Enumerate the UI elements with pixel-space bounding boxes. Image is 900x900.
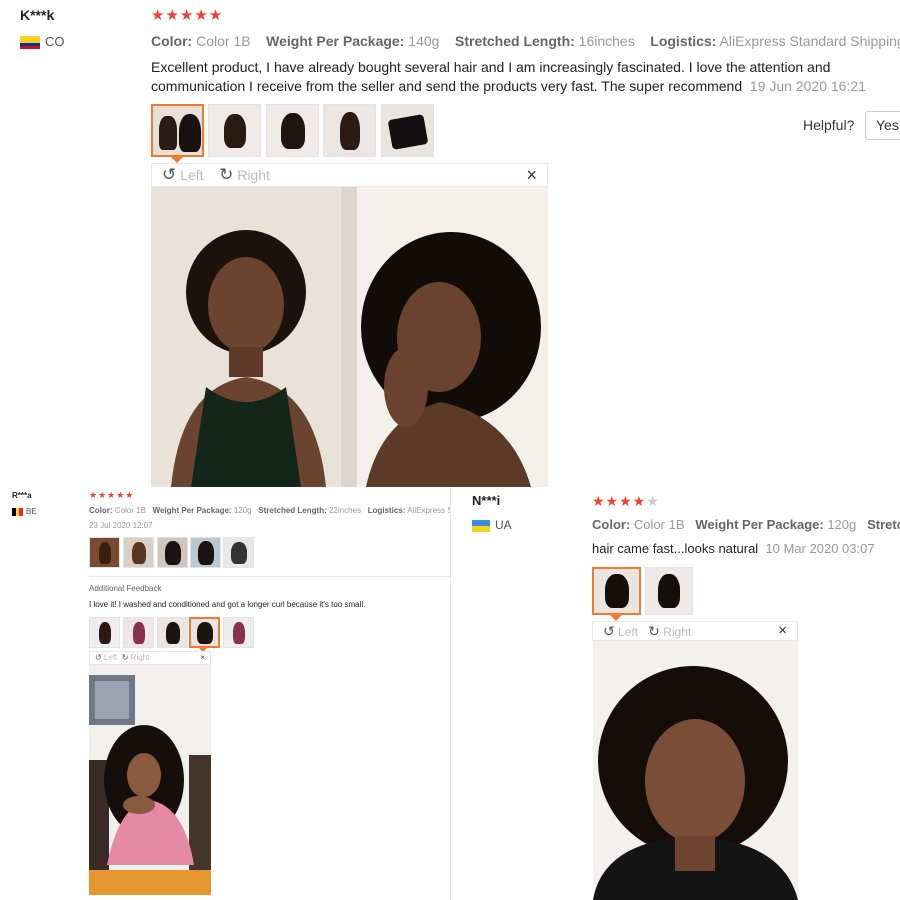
- flag-co-icon: [20, 36, 40, 50]
- rotate-right-icon[interactable]: ↻: [122, 653, 129, 662]
- rotate-right-label[interactable]: Right: [663, 625, 691, 639]
- review-thumbnail[interactable]: [592, 567, 641, 615]
- review-thumbnail[interactable]: [323, 104, 376, 157]
- attr-logistics-value: AliExpress Standard Shipping: [719, 33, 900, 49]
- rotate-left-icon[interactable]: ↺: [162, 165, 176, 184]
- review-thumbnail[interactable]: [123, 617, 154, 648]
- helpful-yes-button[interactable]: Yes: [865, 111, 900, 140]
- country-code: UA: [495, 518, 512, 532]
- review-text: Excellent product, I have already bought…: [151, 58, 900, 96]
- star-rating: ★★★★★: [592, 493, 660, 510]
- review-thumbnail[interactable]: [157, 617, 188, 648]
- review-photo-large: [593, 641, 798, 900]
- review-thumbnail[interactable]: [645, 567, 693, 615]
- reviewer-name: K***k: [20, 7, 55, 23]
- reviewer-country: UA: [472, 518, 512, 532]
- attr-weight-value: 120g: [233, 506, 252, 515]
- review-thumbnail[interactable]: [89, 617, 120, 648]
- rotate-right-label[interactable]: Right: [237, 167, 270, 183]
- attr-logistics-label: Logistics:: [650, 33, 717, 49]
- review-text-line-1: Excellent product, I have already bought…: [151, 59, 831, 75]
- star-rating: ★★★★★: [89, 490, 135, 500]
- stars-empty: ★: [646, 493, 660, 509]
- attr-logistics-label: Logistics:: [367, 506, 406, 515]
- review-text-line-1: hair came fast...looks natural: [592, 541, 759, 556]
- review-thumbnail[interactable]: [381, 104, 434, 157]
- review-text: hair came fast...looks natural 10 Mar 20…: [592, 541, 875, 556]
- attr-weight-label: Weight Per Package:: [152, 506, 232, 515]
- rotate-right-icon[interactable]: ↻: [648, 623, 660, 639]
- country-code: BE: [26, 507, 37, 516]
- attr-length-label: Stretch: [867, 517, 900, 532]
- review-thumbnail[interactable]: [190, 537, 221, 568]
- review-thumbnail[interactable]: [189, 617, 220, 648]
- review-thumbnail[interactable]: [151, 104, 204, 157]
- reviewer-country: BE: [12, 507, 37, 516]
- review-photo-large: [89, 665, 211, 895]
- attr-color-label: Color:: [151, 33, 193, 49]
- rotate-left-icon[interactable]: ↺: [95, 653, 102, 662]
- review-thumbnail[interactable]: [208, 104, 261, 157]
- review-thumbnail[interactable]: [89, 537, 120, 568]
- review-thumbnail[interactable]: [223, 617, 254, 648]
- attr-color-value: Color 1B: [196, 33, 251, 49]
- review-thumbnail[interactable]: [157, 537, 188, 568]
- additional-feedback-label: Additional Feedback: [89, 584, 162, 593]
- image-viewer-toolbar: ↺ Left ↻ Right ×: [89, 651, 211, 665]
- review-attributes: Color: Color 1B Weight Per Package: 140g…: [151, 33, 900, 49]
- attr-length-label: Stretched Length:: [258, 506, 327, 515]
- attr-logistics-value: AliExpress S: [407, 506, 450, 515]
- review-attributes: Color: Color 1B Weight Per Package: 120g…: [592, 517, 900, 532]
- reviewer-name: R***a: [12, 491, 32, 500]
- rotate-right-icon[interactable]: ↻: [219, 165, 233, 184]
- helpful-label: Helpful?: [803, 117, 855, 133]
- review-date: 19 Jun 2020 16:21: [749, 78, 866, 94]
- attr-color-value: Color 1B: [114, 506, 146, 515]
- attr-length-label: Stretched Length:: [455, 33, 575, 49]
- additional-feedback-text: I love it! I washed and conditioned and …: [89, 600, 366, 609]
- attr-length-value: 22inches: [328, 506, 362, 515]
- photo-illustration: [151, 187, 548, 487]
- review-date: 23 Jul 2020 12:07: [89, 521, 153, 530]
- attr-weight-label: Weight Per Package:: [266, 33, 405, 49]
- rotate-right-label[interactable]: Right: [131, 653, 150, 662]
- stars-filled: ★★★★: [592, 493, 647, 509]
- rotate-left-label[interactable]: Left: [618, 625, 638, 639]
- attr-color-value: Color 1B: [633, 517, 685, 532]
- flag-be-icon: [12, 507, 23, 516]
- review-thumbnail[interactable]: [266, 104, 319, 157]
- review-text-line-2: communication I receive from the seller …: [151, 78, 743, 94]
- rotate-left-icon[interactable]: ↺: [603, 623, 615, 639]
- close-icon[interactable]: ×: [778, 622, 787, 640]
- rotate-left-label[interactable]: Left: [104, 653, 117, 662]
- panel-divider: [450, 487, 451, 900]
- attr-color-label: Color:: [592, 517, 631, 532]
- photo-illustration: [89, 675, 211, 895]
- attr-weight-value: 120g: [827, 517, 857, 532]
- flag-ua-icon: [472, 519, 490, 532]
- review-attributes: Color: Color 1B Weight Per Package: 120g…: [89, 506, 450, 515]
- attr-weight-label: Weight Per Package:: [695, 517, 824, 532]
- country-code: CO: [45, 34, 65, 49]
- attr-color-label: Color:: [89, 506, 113, 515]
- feedback-divider: [89, 576, 450, 577]
- review-thumbnail[interactable]: [223, 537, 254, 568]
- close-icon[interactable]: ×: [526, 164, 537, 186]
- review-photo-large: [151, 187, 548, 487]
- review-thumbnail[interactable]: [123, 537, 154, 568]
- image-viewer-toolbar: ↺ Left ↻ Right ×: [151, 163, 548, 187]
- image-viewer-toolbar: ↺ Left ↻ Right ×: [592, 621, 798, 641]
- attr-weight-value: 140g: [408, 33, 440, 49]
- photo-illustration: [593, 641, 798, 900]
- close-icon[interactable]: ×: [200, 652, 205, 664]
- review-date: 10 Mar 2020 03:07: [765, 541, 875, 556]
- rotate-left-label[interactable]: Left: [180, 167, 203, 183]
- reviewer-name: N***i: [472, 493, 501, 508]
- attr-length-value: 16inches: [578, 33, 635, 49]
- star-rating: ★★★★★: [151, 7, 224, 24]
- reviewer-country: CO: [20, 34, 65, 50]
